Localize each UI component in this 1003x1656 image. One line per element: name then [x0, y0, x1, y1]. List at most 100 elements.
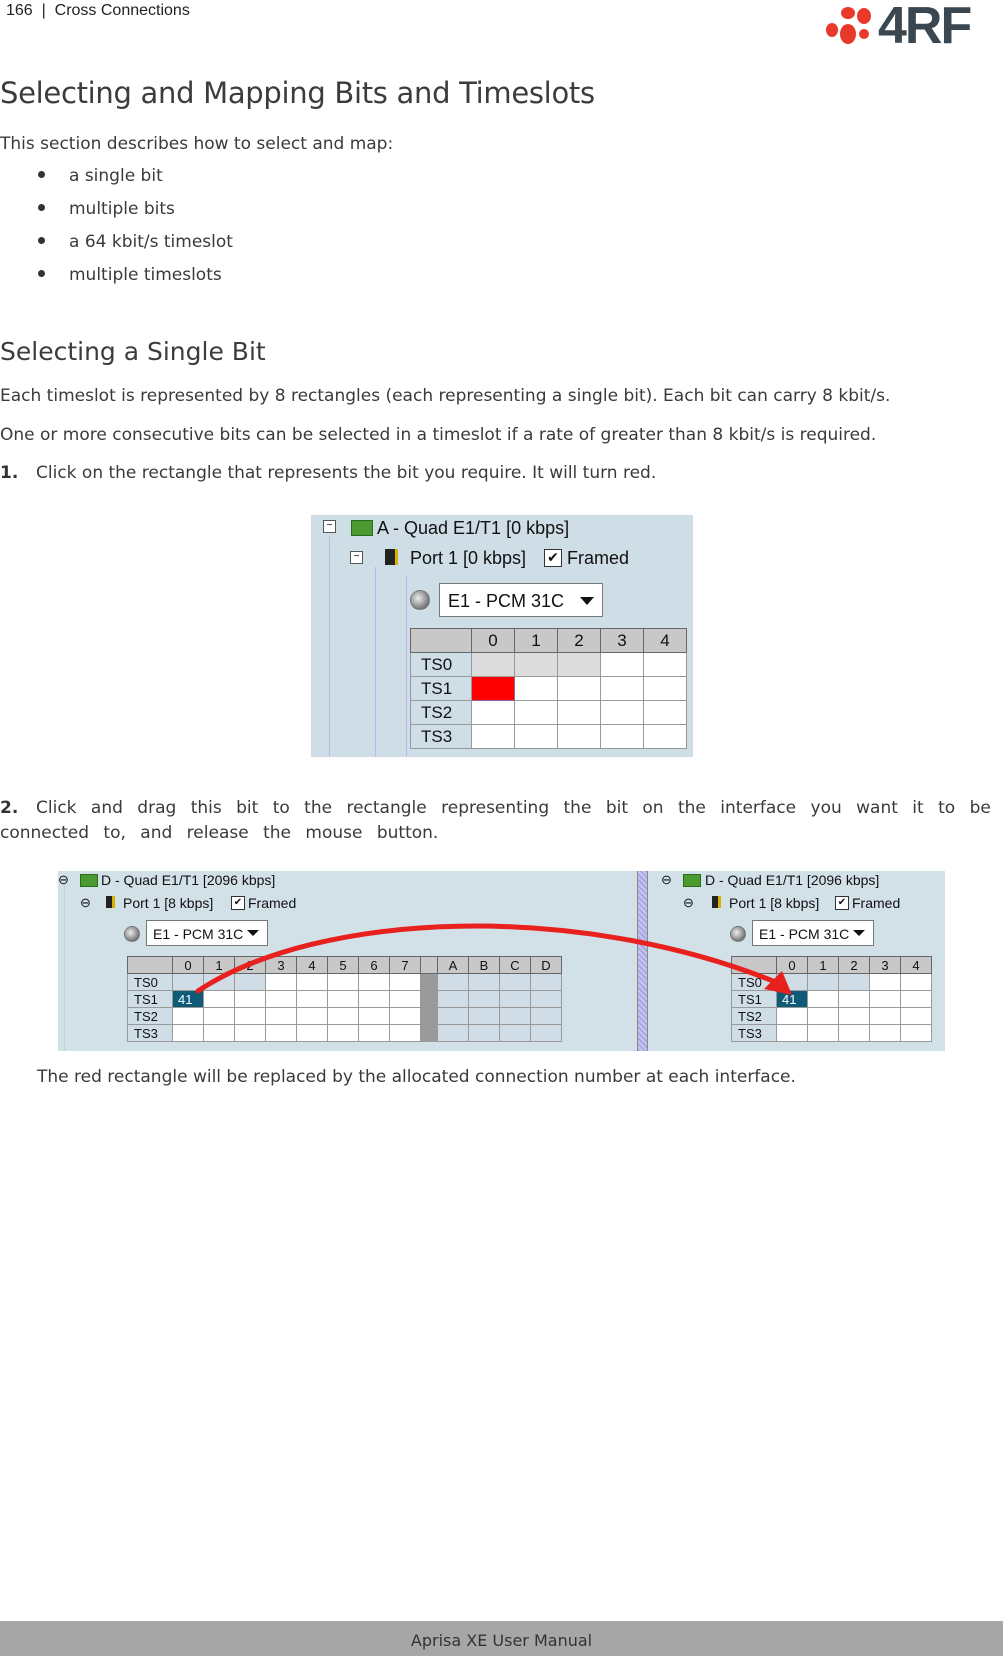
bit-cell[interactable] — [530, 1024, 562, 1042]
bit-cell[interactable] — [838, 990, 870, 1008]
bit-cell[interactable] — [234, 990, 266, 1008]
bit-cell[interactable] — [499, 990, 531, 1008]
bit-cell[interactable] — [389, 973, 421, 991]
bit-cell[interactable] — [514, 676, 558, 701]
bit-cell[interactable] — [358, 1007, 390, 1025]
bit-cell[interactable] — [203, 1024, 235, 1042]
bit-cell[interactable] — [557, 724, 601, 749]
bit-cell[interactable] — [234, 1024, 266, 1042]
bit-cell[interactable] — [499, 973, 531, 991]
bit-cell[interactable] — [807, 1007, 839, 1025]
bit-cell[interactable] — [468, 1007, 500, 1025]
bit-cell[interactable] — [557, 700, 601, 725]
bit-cell[interactable] — [807, 973, 839, 991]
bit-cell[interactable] — [327, 1007, 359, 1025]
bit-cell[interactable] — [807, 990, 839, 1008]
pane-splitter[interactable] — [637, 871, 648, 1051]
bit-cell[interactable] — [203, 990, 235, 1008]
bit-cell[interactable] — [838, 973, 870, 991]
bit-cell[interactable] — [600, 652, 644, 677]
bit-cell[interactable] — [389, 990, 421, 1008]
bit-cell[interactable] — [900, 1007, 932, 1025]
bit-cell[interactable] — [471, 700, 515, 725]
bit-cell[interactable] — [600, 700, 644, 725]
bit-cell[interactable] — [296, 1007, 328, 1025]
bit-cell[interactable] — [327, 973, 359, 991]
bit-cell[interactable] — [869, 1007, 901, 1025]
bit-cell[interactable] — [234, 973, 266, 991]
bit-cell[interactable] — [468, 990, 500, 1008]
bit-cell[interactable] — [900, 1024, 932, 1042]
collapse-port-icon[interactable]: ⊖ — [683, 895, 694, 911]
bit-cell[interactable] — [296, 1024, 328, 1042]
framed-checkbox[interactable]: ✔ — [231, 896, 245, 910]
bit-cell[interactable] — [265, 1024, 297, 1042]
bit-cell[interactable] — [643, 724, 687, 749]
collapse-port-icon[interactable]: ⊖ — [80, 895, 91, 911]
bit-cell[interactable] — [643, 700, 687, 725]
bit-cell[interactable] — [203, 973, 235, 991]
bit-cell[interactable] — [557, 676, 601, 701]
bit-cell[interactable] — [499, 1024, 531, 1042]
bit-cell[interactable] — [557, 652, 601, 677]
bit-cell[interactable] — [838, 1024, 870, 1042]
collapse-port-button[interactable]: − — [350, 551, 363, 564]
connection-cell[interactable]: 41 — [776, 990, 808, 1008]
bit-cell[interactable] — [172, 1007, 204, 1025]
bit-cell[interactable] — [437, 1024, 469, 1042]
bit-cell[interactable] — [869, 1024, 901, 1042]
bit-cell[interactable] — [358, 973, 390, 991]
bit-cell[interactable] — [776, 1007, 808, 1025]
bit-cell[interactable] — [358, 1024, 390, 1042]
bit-cell[interactable] — [389, 1007, 421, 1025]
mode-dropdown[interactable]: E1 - PCM 31C — [752, 920, 874, 946]
settings-knob-icon[interactable] — [124, 926, 140, 942]
bit-cell[interactable] — [471, 652, 515, 677]
bit-cell[interactable] — [514, 700, 558, 725]
bit-cell[interactable] — [530, 990, 562, 1008]
bit-cell[interactable] — [807, 1024, 839, 1042]
mode-dropdown[interactable]: E1 - PCM 31C — [439, 583, 603, 617]
bit-cell[interactable] — [776, 1024, 808, 1042]
collapse-module-button[interactable]: − — [323, 520, 336, 533]
settings-knob-icon[interactable] — [730, 926, 746, 942]
bit-cell[interactable] — [643, 676, 687, 701]
bit-cell[interactable] — [265, 1007, 297, 1025]
selected-bit-cell[interactable] — [471, 676, 515, 701]
connection-cell[interactable]: 41 — [172, 990, 204, 1008]
framed-checkbox[interactable]: ✔ — [835, 896, 849, 910]
framed-checkbox[interactable]: ✔ — [544, 549, 562, 567]
grid-separator[interactable] — [420, 990, 438, 1008]
grid-separator[interactable] — [420, 1007, 438, 1025]
bit-cell[interactable] — [776, 973, 808, 991]
bit-cell[interactable] — [327, 1024, 359, 1042]
bit-cell[interactable] — [203, 1007, 235, 1025]
bit-cell[interactable] — [296, 990, 328, 1008]
mode-dropdown[interactable]: E1 - PCM 31C — [146, 920, 268, 946]
settings-knob-icon[interactable] — [410, 590, 430, 610]
bit-cell[interactable] — [900, 973, 932, 991]
bit-cell[interactable] — [869, 990, 901, 1008]
bit-cell[interactable] — [530, 1007, 562, 1025]
bit-cell[interactable] — [234, 1007, 266, 1025]
bit-cell[interactable] — [471, 724, 515, 749]
bit-cell[interactable] — [900, 990, 932, 1008]
bit-cell[interactable] — [389, 1024, 421, 1042]
bit-cell[interactable] — [468, 1024, 500, 1042]
bit-cell[interactable] — [327, 990, 359, 1008]
bit-cell[interactable] — [600, 676, 644, 701]
bit-cell[interactable] — [265, 990, 297, 1008]
bit-cell[interactable] — [358, 990, 390, 1008]
bit-cell[interactable] — [437, 973, 469, 991]
bit-cell[interactable] — [514, 724, 558, 749]
bit-cell[interactable] — [514, 652, 558, 677]
bit-cell[interactable] — [869, 973, 901, 991]
bit-cell[interactable] — [499, 1007, 531, 1025]
bit-cell[interactable] — [600, 724, 644, 749]
bit-cell[interactable] — [296, 973, 328, 991]
grid-separator[interactable] — [420, 973, 438, 991]
grid-separator[interactable] — [420, 1024, 438, 1042]
bit-cell[interactable] — [265, 973, 297, 991]
bit-cell[interactable] — [530, 973, 562, 991]
bit-cell[interactable] — [172, 1024, 204, 1042]
